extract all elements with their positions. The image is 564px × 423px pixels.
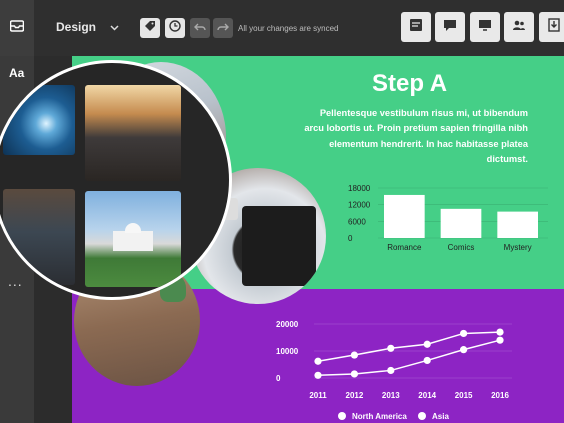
design-dropdown[interactable]: Design bbox=[56, 20, 119, 34]
line-chart[interactable]: 20000 10000 0 2011 2012 2013 2014 2015 2016 North… bbox=[268, 312, 528, 422]
users-icon bbox=[512, 18, 526, 37]
line-x-tick: 2011 bbox=[309, 391, 327, 400]
step-title[interactable]: Step A bbox=[372, 70, 447, 98]
series-point[interactable] bbox=[350, 351, 358, 359]
download-button[interactable] bbox=[539, 12, 564, 42]
share-button[interactable] bbox=[504, 12, 534, 42]
bar-y-tick: 12000 bbox=[348, 201, 371, 210]
legend-label: North America bbox=[352, 412, 407, 421]
series-point[interactable] bbox=[496, 336, 504, 344]
bar-chart[interactable]: 18000 12000 6000 0 Romance Comics Mystery bbox=[340, 180, 548, 260]
legend-label: Asia bbox=[432, 412, 449, 421]
series-point[interactable] bbox=[314, 357, 322, 365]
series-point[interactable] bbox=[423, 356, 431, 365]
design-label: Design bbox=[56, 20, 97, 34]
image-thumb-people[interactable] bbox=[3, 189, 75, 285]
series-point[interactable] bbox=[460, 346, 468, 354]
bar-category-label: Comics bbox=[448, 243, 475, 252]
series-point[interactable] bbox=[314, 371, 322, 379]
comment-icon bbox=[443, 18, 457, 37]
download-icon bbox=[547, 17, 561, 37]
line-x-tick: 2015 bbox=[455, 391, 473, 400]
bar-mystery[interactable] bbox=[497, 211, 538, 238]
image-picker-magnifier bbox=[0, 60, 232, 300]
bar-category-label: Mystery bbox=[504, 243, 532, 252]
series-point[interactable] bbox=[423, 340, 431, 348]
text-tool[interactable]: Aa bbox=[9, 66, 24, 80]
history-button[interactable] bbox=[165, 18, 185, 38]
line-y-tick: 20000 bbox=[276, 320, 299, 329]
present-button[interactable] bbox=[470, 12, 500, 42]
bar-y-tick: 0 bbox=[348, 234, 353, 243]
inbox-icon bbox=[9, 19, 25, 37]
series-point[interactable] bbox=[387, 366, 395, 375]
home-tab[interactable] bbox=[0, 0, 34, 56]
bar-category-label: Romance bbox=[387, 243, 422, 252]
undo-button[interactable] bbox=[190, 18, 210, 38]
series-point[interactable] bbox=[460, 329, 468, 338]
image-thumb-whitehouse[interactable] bbox=[85, 191, 181, 287]
series-point[interactable] bbox=[496, 328, 504, 336]
sync-status: All your changes are synced bbox=[238, 24, 339, 33]
notes-button[interactable] bbox=[401, 12, 431, 42]
image-thumb-lake[interactable] bbox=[85, 85, 181, 181]
top-toolbar: Design All your changes are synced bbox=[0, 0, 564, 56]
bar-y-tick: 18000 bbox=[348, 184, 371, 193]
redo-icon bbox=[217, 19, 229, 37]
notes-icon bbox=[409, 18, 423, 37]
line-y-tick: 0 bbox=[276, 374, 281, 383]
line-y-tick: 10000 bbox=[276, 347, 299, 356]
bar-y-tick: 6000 bbox=[348, 217, 366, 226]
bar-comics[interactable] bbox=[440, 208, 482, 238]
comments-button[interactable] bbox=[435, 12, 465, 42]
tag-button[interactable] bbox=[140, 18, 160, 38]
redo-button[interactable] bbox=[213, 18, 233, 38]
line-x-tick: 2012 bbox=[346, 391, 364, 400]
legend-swatch bbox=[338, 412, 346, 420]
step-body[interactable]: Pellentesque vestibulum risus mi, ut bib… bbox=[304, 106, 528, 167]
line-x-tick: 2014 bbox=[418, 391, 436, 400]
legend-swatch bbox=[418, 412, 426, 420]
bar-romance[interactable] bbox=[384, 194, 425, 238]
clock-icon bbox=[169, 19, 181, 37]
series-point[interactable] bbox=[350, 370, 358, 378]
chevron-down-icon bbox=[110, 20, 119, 34]
monitor-icon bbox=[478, 18, 492, 37]
image-thumb-wave[interactable] bbox=[3, 85, 75, 155]
line-x-tick: 2013 bbox=[382, 391, 400, 400]
line-x-tick: 2016 bbox=[491, 391, 509, 400]
series-point[interactable] bbox=[387, 344, 395, 352]
tag-icon bbox=[144, 19, 156, 37]
undo-icon bbox=[194, 19, 206, 37]
series-line-1 bbox=[317, 339, 501, 377]
